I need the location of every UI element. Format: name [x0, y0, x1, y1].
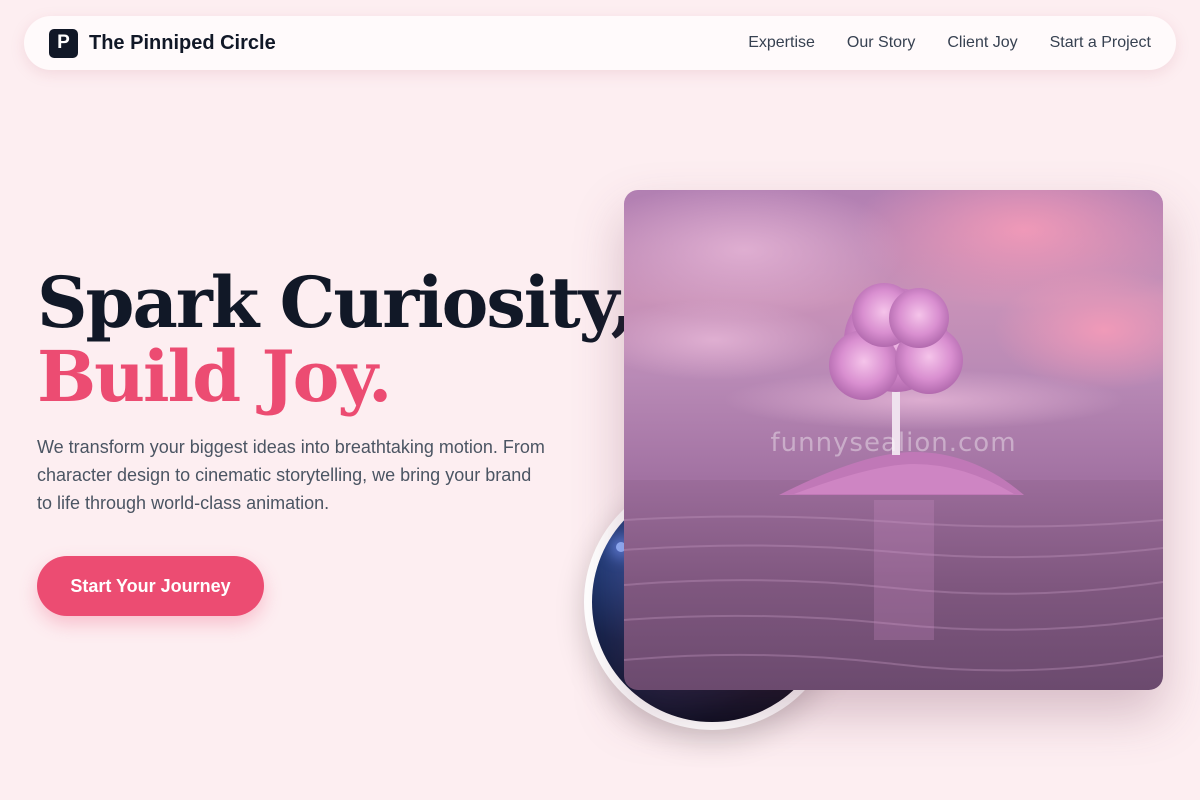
navbar: P The Pinniped Circle Expertise Our Stor…: [24, 16, 1176, 70]
nav-link-client-joy[interactable]: Client Joy: [947, 34, 1017, 52]
hero-title: Spark Curiosity, Build Joy.: [37, 261, 635, 418]
nav-link-expertise[interactable]: Expertise: [748, 34, 815, 52]
brand-mark-icon: P: [49, 28, 78, 58]
nav-links: Expertise Our Story Client Joy Start a P…: [748, 34, 1151, 52]
hero-main-image: funnysealion.com: [624, 190, 1163, 690]
hero-title-line2: Build Joy.: [37, 335, 392, 418]
brand-name: The Pinniped Circle: [89, 31, 276, 54]
nav-link-our-story[interactable]: Our Story: [847, 34, 915, 52]
hero-description: We transform your biggest ideas into bre…: [37, 437, 545, 513]
start-journey-button[interactable]: Start Your Journey: [37, 556, 264, 616]
hero-title-line1: Spark Curiosity,: [37, 261, 635, 344]
image-watermark: funnysealion.com: [770, 428, 1017, 458]
nav-link-start-a-project[interactable]: Start a Project: [1050, 34, 1151, 52]
brand-logo[interactable]: P The Pinniped Circle: [49, 28, 276, 58]
